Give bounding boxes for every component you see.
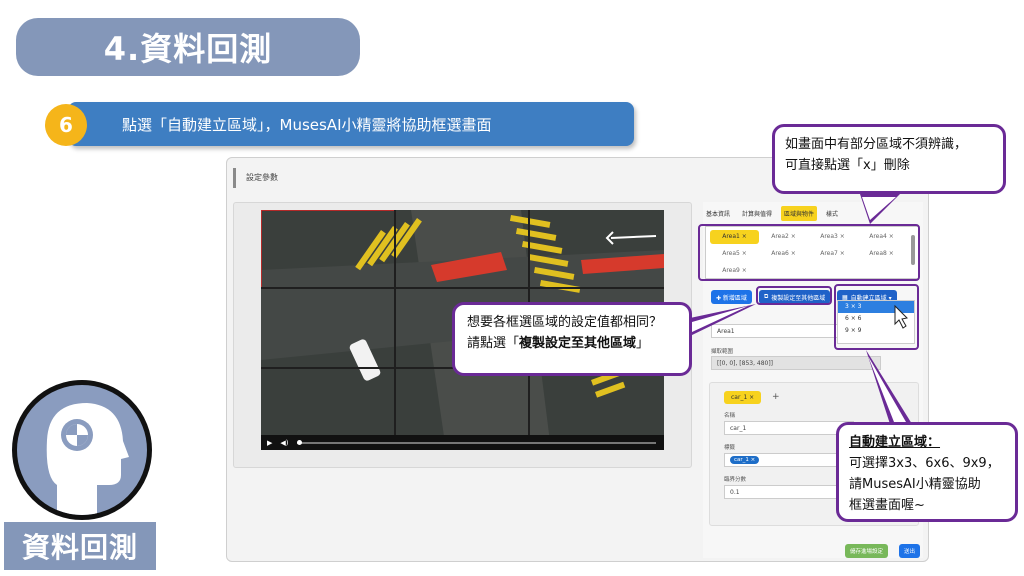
threshold-label: 臨界分數 bbox=[724, 477, 747, 483]
object-chip[interactable]: car_1 × bbox=[724, 391, 762, 404]
tab-style[interactable]: 樣式 bbox=[823, 206, 841, 221]
step-instruction-bar: 點選「自動建立區域」，MusesAI小精靈將協助框選畫面 bbox=[68, 102, 634, 146]
callout-line: 可直接點選「x」刪除 bbox=[785, 158, 910, 173]
step-number-badge: 6 bbox=[45, 104, 87, 146]
slide-title: 4.資料回測 bbox=[16, 18, 360, 76]
progress-knob[interactable] bbox=[296, 439, 302, 445]
delete-area-callout: 如畫面中有部分區域不須辨識， 可直接點選「x」刪除 bbox=[772, 124, 1006, 194]
play-icon[interactable]: ▶ bbox=[267, 439, 272, 447]
add-object-button[interactable]: + bbox=[772, 392, 780, 402]
callout-line: 請MusesAI小精靈協助 bbox=[849, 477, 981, 492]
tag-label: 標籤 bbox=[724, 445, 736, 451]
range-field[interactable]: [[0, 0], [853, 480]] bbox=[711, 356, 881, 370]
area-name-field[interactable]: Area1 bbox=[711, 324, 851, 338]
auto-area-callout: 自動建立區域： 可選擇3x3、6x6、9x9， 請MusesAI小精靈協助 框選… bbox=[836, 422, 1018, 522]
callout-line: 可選擇3x3、6x6、9x9， bbox=[849, 456, 1000, 471]
add-area-button[interactable]: ✚ 新增區域 bbox=[711, 290, 752, 304]
volume-icon[interactable]: ◀) bbox=[280, 439, 288, 447]
callout-line: 框選畫面喔~ bbox=[849, 498, 925, 513]
callout-line: 如畫面中有部分區域不須辨識， bbox=[785, 137, 968, 152]
video-progress[interactable] bbox=[296, 439, 656, 445]
window-title: 設定參數 bbox=[233, 168, 278, 188]
callout-title: 自動建立區域： bbox=[849, 435, 941, 450]
auto-area-highlight bbox=[834, 284, 919, 350]
submit-button[interactable]: 送出 bbox=[899, 544, 921, 558]
tag-field[interactable]: car_1 × bbox=[724, 453, 854, 467]
tag-chip[interactable]: car_1 × bbox=[730, 456, 760, 464]
ai-head-icon bbox=[12, 380, 152, 520]
section-label: 資料回測 bbox=[4, 522, 156, 570]
range-label: 擷取範圍 bbox=[711, 349, 734, 355]
callout-line: 想要各框選區域的設定值都相同？ bbox=[467, 315, 663, 330]
callout-line: 請點選「複製設定至其他區域」 bbox=[467, 336, 650, 351]
settings-tabs: 基本資訊 計算與值得 區域與物件 樣式 bbox=[703, 206, 841, 221]
tab-area-objects[interactable]: 區域與物件 bbox=[781, 206, 818, 221]
tab-basic-info[interactable]: 基本資訊 bbox=[703, 206, 733, 221]
area-list-highlight bbox=[698, 224, 920, 281]
video-controls: ▶ ◀) bbox=[261, 435, 664, 450]
name-field[interactable]: car_1 bbox=[724, 421, 854, 435]
copy-settings-callout: 想要各框選區域的設定值都相同？ 請點選「複製設定至其他區域」 bbox=[452, 302, 692, 376]
copy-button-highlight bbox=[756, 286, 832, 305]
threshold-field[interactable]: 0.1 bbox=[724, 485, 854, 499]
save-settings-button[interactable]: 儲存進場設定 bbox=[845, 544, 889, 558]
tab-calculation[interactable]: 計算與值得 bbox=[739, 206, 775, 221]
name-label: 名稱 bbox=[724, 413, 736, 419]
